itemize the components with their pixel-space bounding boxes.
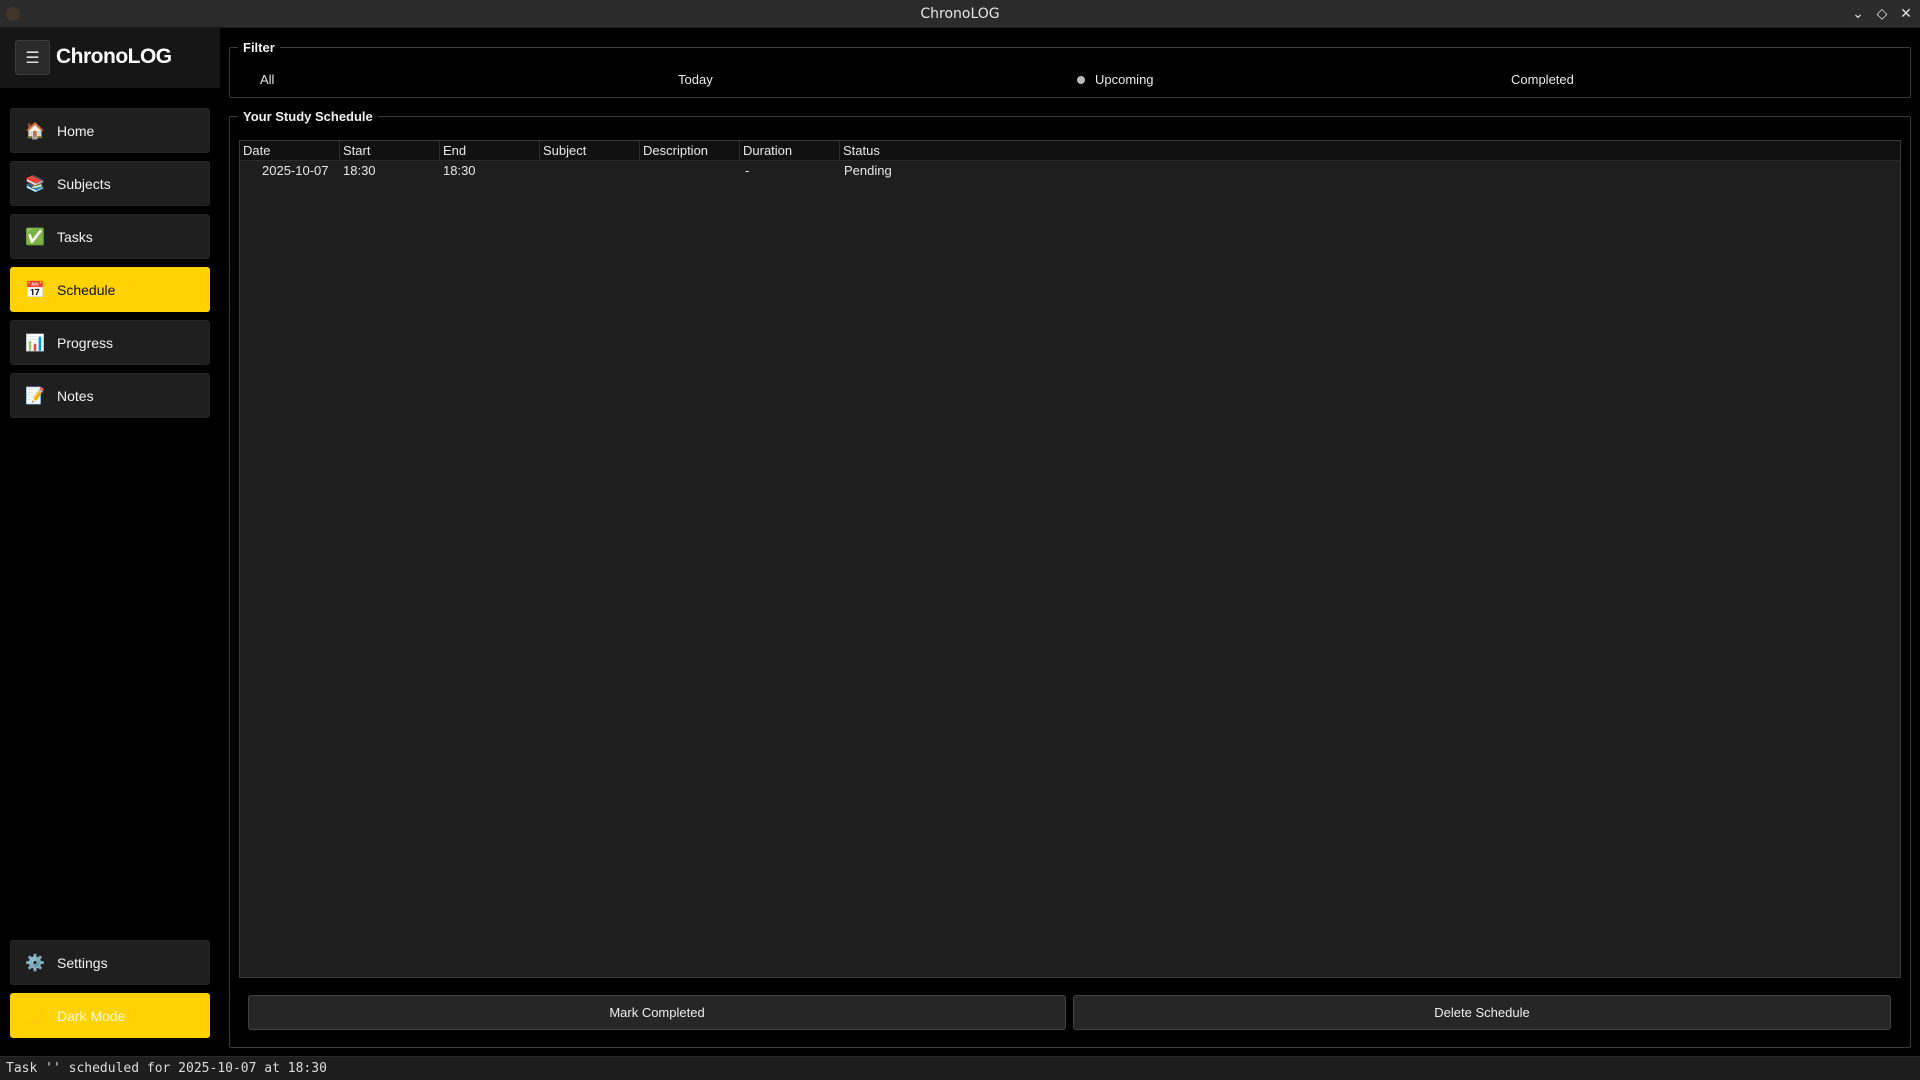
- settings-button[interactable]: ⚙️ Settings: [10, 940, 210, 985]
- status-message: Task '' scheduled for 2025-10-07 at 18:3…: [6, 1061, 327, 1076]
- sidebar: ☰ ChronoLOG 🏠 Home 📚 Subjects ✅ Tasks 📅 …: [0, 28, 220, 1056]
- column-header-status[interactable]: Status: [840, 141, 940, 161]
- sidebar-item-home[interactable]: 🏠 Home: [10, 108, 210, 153]
- sidebar-item-label: Tasks: [57, 229, 93, 245]
- filter-group: Filter All Today Upcoming Completed: [229, 40, 1911, 98]
- moon-icon: 🌙: [25, 1006, 45, 1025]
- check-icon: ✅: [25, 227, 45, 246]
- hamburger-menu-icon[interactable]: ☰: [15, 40, 50, 75]
- window-title: ChronoLOG: [920, 6, 1000, 22]
- cell-status: Pending: [844, 163, 892, 178]
- cell-date: 2025-10-07: [262, 163, 329, 178]
- status-bar: Task '' scheduled for 2025-10-07 at 18:3…: [0, 1056, 1920, 1080]
- gear-icon: ⚙️: [25, 953, 45, 972]
- filter-option-today[interactable]: Today: [678, 72, 713, 87]
- sidebar-item-progress[interactable]: 📊 Progress: [10, 320, 210, 365]
- schedule-table[interactable]: Date Start End Subject Description Durat…: [239, 140, 1901, 978]
- calendar-icon: 📅: [25, 280, 45, 299]
- cell-duration: -: [745, 163, 750, 178]
- sidebar-item-notes[interactable]: 📝 Notes: [10, 373, 210, 418]
- chart-icon: 📊: [25, 333, 45, 352]
- column-header-description[interactable]: Description: [640, 141, 740, 161]
- column-header-duration[interactable]: Duration: [740, 141, 840, 161]
- sidebar-item-label: Subjects: [57, 176, 111, 192]
- memo-icon: 📝: [25, 386, 45, 405]
- table-row[interactable]: 2025-10-07 18:30 18:30 - Pending: [240, 161, 1900, 181]
- column-header-start[interactable]: Start: [340, 141, 440, 161]
- filter-option-all[interactable]: All: [260, 72, 274, 87]
- sidebar-header: ☰ ChronoLOG: [0, 28, 220, 88]
- delete-schedule-button[interactable]: Delete Schedule: [1073, 995, 1891, 1030]
- filter-option-upcoming[interactable]: Upcoming: [1077, 72, 1154, 87]
- settings-label: Settings: [57, 955, 108, 971]
- minimize-icon[interactable]: ⌄: [1848, 3, 1868, 25]
- title-bar: ChronoLOG ⌄ ◇ ✕: [0, 0, 1920, 28]
- maximize-icon[interactable]: ◇: [1872, 3, 1892, 25]
- sidebar-item-subjects[interactable]: 📚 Subjects: [10, 161, 210, 206]
- sidebar-item-tasks[interactable]: ✅ Tasks: [10, 214, 210, 259]
- column-header-subject[interactable]: Subject: [540, 141, 640, 161]
- sidebar-item-label: Progress: [57, 335, 114, 351]
- table-header: Date Start End Subject Description Durat…: [240, 141, 1900, 161]
- filter-legend: Filter: [238, 40, 280, 55]
- sidebar-item-label: Notes: [57, 388, 94, 404]
- sidebar-item-label: Home: [57, 123, 95, 139]
- dark-mode-label: Dark Mode: [57, 1008, 126, 1024]
- column-header-date[interactable]: Date: [240, 141, 340, 161]
- column-header-end[interactable]: End: [440, 141, 540, 161]
- schedule-legend: Your Study Schedule: [238, 109, 378, 124]
- filter-option-label: Upcoming: [1095, 72, 1154, 87]
- dark-mode-button[interactable]: 🌙 Dark Mode: [10, 993, 210, 1038]
- mark-completed-button[interactable]: Mark Completed: [248, 995, 1066, 1030]
- sidebar-item-label: Schedule: [57, 282, 116, 298]
- home-icon: 🏠: [25, 121, 45, 140]
- sidebar-item-schedule[interactable]: 📅 Schedule: [10, 267, 210, 312]
- close-icon[interactable]: ✕: [1896, 3, 1916, 25]
- books-icon: 📚: [25, 174, 45, 193]
- cell-start: 18:30: [343, 163, 376, 178]
- radio-selected-dot: [1077, 76, 1085, 84]
- cell-end: 18:30: [443, 163, 476, 178]
- schedule-group: Your Study Schedule Date Start End Subje…: [229, 109, 1911, 1048]
- filter-option-completed[interactable]: Completed: [1511, 72, 1574, 87]
- app-brand: ChronoLOG: [56, 45, 172, 68]
